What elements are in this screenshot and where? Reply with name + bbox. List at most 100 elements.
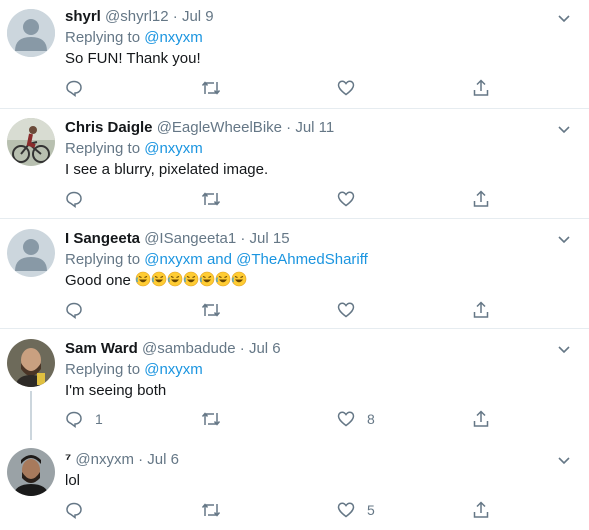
separator-dot: · bbox=[172, 8, 178, 25]
share-icon bbox=[473, 410, 489, 427]
like-count: 8 bbox=[367, 411, 375, 427]
tweet-date[interactable]: Jul 9 bbox=[182, 8, 214, 25]
replying-prefix: Replying to bbox=[65, 251, 141, 268]
tweet-date[interactable]: Jul 15 bbox=[250, 230, 290, 247]
tweet-text-content: Good one bbox=[65, 272, 131, 289]
display-name[interactable]: I Sangeeta bbox=[65, 230, 140, 247]
retweet-icon bbox=[201, 503, 221, 517]
retweet-button[interactable] bbox=[201, 78, 221, 98]
share-button[interactable] bbox=[472, 500, 490, 520]
tweet-date[interactable]: Jul 11 bbox=[295, 119, 334, 136]
tweet-text: I see a blurry, pixelated image. bbox=[65, 161, 269, 178]
retweet-button[interactable] bbox=[201, 409, 221, 429]
display-name[interactable]: ⁷ bbox=[65, 451, 71, 468]
emoji-row bbox=[135, 271, 247, 289]
separator-dot: · bbox=[239, 340, 245, 357]
reply-button[interactable] bbox=[65, 500, 95, 520]
user-handle[interactable]: @nxyxm bbox=[75, 451, 134, 468]
reply-button[interactable]: 1 bbox=[65, 409, 103, 429]
thread-connector-line bbox=[30, 391, 32, 440]
profile-photo-avatar bbox=[7, 448, 55, 496]
reply-icon bbox=[66, 411, 82, 428]
replying-prefix: Replying to bbox=[65, 361, 141, 378]
like-icon bbox=[337, 302, 355, 318]
separator-dot: · bbox=[240, 230, 246, 247]
tweet-header: shyrl @shyrl12 · Jul 9 bbox=[65, 7, 214, 27]
avatar[interactable] bbox=[7, 448, 55, 496]
rolling-on-floor-laughing-emoji-icon bbox=[167, 271, 183, 287]
replying-prefix: Replying to bbox=[65, 140, 141, 157]
retweet-icon bbox=[201, 412, 221, 426]
replying-to: Replying to @nxyxm and @TheAhmedShariff bbox=[65, 250, 368, 270]
reply-icon bbox=[66, 302, 82, 319]
tweet-text: Good one bbox=[65, 271, 247, 291]
replying-to-link[interactable]: @nxyxm bbox=[144, 29, 203, 46]
tweet-header: Chris Daigle @EagleWheelBike · Jul 11 bbox=[65, 118, 334, 138]
tweet-date[interactable]: Jul 6 bbox=[147, 451, 179, 468]
tweet-header: ⁷ @nxyxm · Jul 6 bbox=[65, 450, 179, 470]
chevron-down-icon[interactable] bbox=[556, 452, 572, 468]
share-icon bbox=[473, 501, 489, 518]
share-button[interactable] bbox=[472, 78, 490, 98]
user-handle[interactable]: @ISangeeta1 bbox=[144, 230, 236, 247]
replying-to-link[interactable]: @nxyxm bbox=[144, 140, 203, 157]
reply-button[interactable] bbox=[65, 78, 95, 98]
retweet-button[interactable] bbox=[201, 189, 221, 209]
user-handle[interactable]: @sambadude bbox=[142, 340, 236, 357]
avatar[interactable] bbox=[7, 9, 55, 57]
replying-to-link[interactable]: @nxyxm and @TheAhmedShariff bbox=[144, 251, 368, 268]
tweet-actions: 1 8 bbox=[65, 409, 505, 429]
tweet-i-sangeeta[interactable]: I Sangeeta @ISangeeta1 · Jul 15 Replying… bbox=[0, 219, 589, 328]
retweet-button[interactable] bbox=[201, 300, 221, 320]
retweet-button[interactable] bbox=[201, 500, 221, 520]
display-name[interactable]: Chris Daigle bbox=[65, 119, 153, 136]
rolling-on-floor-laughing-emoji-icon bbox=[199, 271, 215, 287]
reply-icon bbox=[66, 80, 82, 97]
tweet-actions: 5 bbox=[65, 500, 505, 520]
tweet-text: I'm seeing both bbox=[65, 382, 167, 399]
share-button[interactable] bbox=[472, 409, 490, 429]
tweet-date[interactable]: Jul 6 bbox=[249, 340, 281, 357]
like-button[interactable] bbox=[337, 300, 367, 320]
rolling-on-floor-laughing-emoji-icon bbox=[151, 271, 167, 287]
default-avatar-icon bbox=[7, 229, 55, 277]
chevron-down-icon[interactable] bbox=[556, 121, 572, 137]
user-handle[interactable]: @shyrl12 bbox=[105, 8, 169, 25]
rolling-on-floor-laughing-emoji-icon bbox=[135, 271, 151, 287]
like-button[interactable] bbox=[337, 78, 367, 98]
tweet-actions bbox=[65, 189, 505, 209]
tweet-shyrl[interactable]: shyrl @shyrl12 · Jul 9 Replying to @nxyx… bbox=[0, 0, 589, 108]
reply-button[interactable] bbox=[65, 189, 95, 209]
user-handle[interactable]: @EagleWheelBike bbox=[157, 119, 282, 136]
like-button[interactable] bbox=[337, 189, 367, 209]
chevron-down-icon[interactable] bbox=[556, 341, 572, 357]
avatar[interactable] bbox=[7, 229, 55, 277]
retweet-icon bbox=[201, 303, 221, 317]
replying-to: Replying to @nxyxm bbox=[65, 28, 203, 48]
display-name[interactable]: shyrl bbox=[65, 8, 101, 25]
tweet-chris-daigle[interactable]: Chris Daigle @EagleWheelBike · Jul 11 Re… bbox=[0, 109, 589, 218]
tweet-nxyxm[interactable]: ⁷ @nxyxm · Jul 6 lol 5 bbox=[0, 440, 589, 530]
share-button[interactable] bbox=[472, 300, 490, 320]
avatar[interactable] bbox=[7, 118, 55, 166]
like-button[interactable]: 5 bbox=[337, 500, 375, 520]
chevron-down-icon[interactable] bbox=[556, 231, 572, 247]
like-icon bbox=[337, 502, 355, 518]
replying-prefix: Replying to bbox=[65, 29, 141, 46]
tweet-text: So FUN! Thank you! bbox=[65, 50, 201, 67]
like-icon bbox=[337, 191, 355, 207]
chevron-down-icon[interactable] bbox=[556, 10, 572, 26]
reply-icon bbox=[66, 502, 82, 519]
avatar[interactable] bbox=[7, 339, 55, 387]
tweet-header: I Sangeeta @ISangeeta1 · Jul 15 bbox=[65, 229, 290, 249]
replying-to-link[interactable]: @nxyxm bbox=[144, 361, 203, 378]
tweet-text: lol bbox=[65, 472, 81, 489]
tweet-sam-ward[interactable]: Sam Ward @sambadude · Jul 6 Replying to … bbox=[0, 329, 589, 440]
retweet-icon bbox=[201, 192, 221, 206]
display-name[interactable]: Sam Ward bbox=[65, 340, 138, 357]
like-button[interactable]: 8 bbox=[337, 409, 375, 429]
share-button[interactable] bbox=[472, 189, 490, 209]
reply-count: 1 bbox=[95, 411, 103, 427]
reply-button[interactable] bbox=[65, 300, 95, 320]
rolling-on-floor-laughing-emoji-icon bbox=[215, 271, 231, 287]
